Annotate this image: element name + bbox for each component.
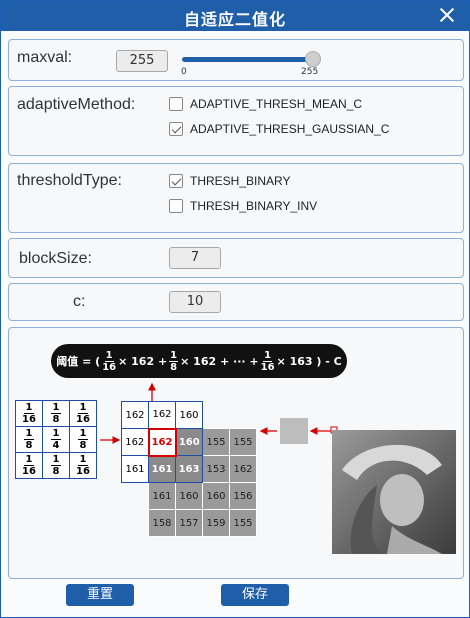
pixel-cell bbox=[203, 402, 230, 429]
pixel-cell: 153 bbox=[202, 455, 230, 483]
pixel-cell bbox=[122, 483, 149, 510]
adaptive-threshold-dialog: 自适应二值化 maxval: 255 0 255 adaptiveMethod:… bbox=[0, 0, 470, 618]
zoomed-patch bbox=[280, 418, 308, 444]
pixel-cell: 160 bbox=[175, 428, 203, 456]
pixel-cell: 155 bbox=[229, 509, 257, 537]
pixel-cell: 160 bbox=[175, 401, 203, 429]
pixel-cell: 160 bbox=[175, 482, 203, 510]
pixel-cell bbox=[230, 402, 257, 429]
pixel-cell: 162 bbox=[121, 401, 149, 429]
pixel-cell: 161 bbox=[148, 455, 176, 483]
pixel-cell: 159 bbox=[202, 509, 230, 537]
pixel-cell: 162 bbox=[147, 427, 177, 457]
pixel-grid-table: 162 162 160 162 162 160 155 155 161 161 163 153 162 1… bbox=[121, 401, 257, 537]
pixel-cell: 162 bbox=[148, 401, 176, 429]
pixel-cell: 162 bbox=[121, 428, 149, 456]
pixel-cell: 157 bbox=[175, 509, 203, 537]
pixel-cell: 163 bbox=[175, 455, 203, 483]
pixel-cell: 158 bbox=[148, 509, 176, 537]
pixel-cell: 161 bbox=[121, 455, 149, 483]
reset-button[interactable]: 重置 bbox=[66, 584, 134, 606]
pixel-cell: 162 bbox=[229, 455, 257, 483]
save-button[interactable]: 保存 bbox=[221, 584, 289, 606]
sample-photo-image bbox=[332, 430, 456, 554]
pixel-cell: 160 bbox=[202, 482, 230, 510]
pixel-cell: 155 bbox=[202, 428, 230, 456]
pixel-cell bbox=[122, 510, 149, 537]
pixel-cell: 161 bbox=[148, 482, 176, 510]
pixel-cell: 156 bbox=[229, 482, 257, 510]
pixel-cell: 155 bbox=[229, 428, 257, 456]
